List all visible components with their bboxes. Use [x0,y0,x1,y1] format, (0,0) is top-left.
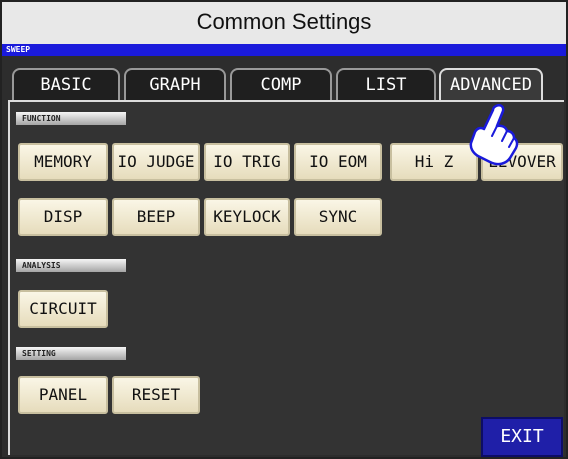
section-label-analysis: ANALYSIS [16,259,126,272]
exit-button[interactable]: EXIT [481,417,563,457]
beep-button[interactable]: BEEP [112,198,200,236]
keylock-button[interactable]: KEYLOCK [204,198,290,236]
io-trig-button[interactable]: IO TRIG [204,143,290,181]
memory-button[interactable]: MEMORY [18,143,108,181]
tab-advanced[interactable]: ADVANCED [439,68,543,104]
page-title: Common Settings [2,2,566,44]
tab-bar: BASIC GRAPH COMP LIST ADVANCED [2,56,566,104]
mode-indicator: SWEEP [2,44,566,56]
common-settings-screen: Common Settings SWEEP BASIC GRAPH COMP L… [0,0,568,459]
pointing-hand-icon [469,103,519,166]
disp-button[interactable]: DISP [18,198,108,236]
tab-comp[interactable]: COMP [230,68,332,102]
io-judge-button[interactable]: IO JUDGE [112,143,200,181]
section-label-setting: SETTING [16,347,126,360]
tab-basic[interactable]: BASIC [12,68,120,102]
circuit-button[interactable]: CIRCUIT [18,290,108,328]
io-eom-button[interactable]: IO EOM [294,143,382,181]
tab-list[interactable]: LIST [336,68,436,102]
panel-button[interactable]: PANEL [18,376,108,414]
sync-button[interactable]: SYNC [294,198,382,236]
section-label-function: FUNCTION [16,112,126,125]
tab-graph[interactable]: GRAPH [124,68,226,102]
reset-button[interactable]: RESET [112,376,200,414]
